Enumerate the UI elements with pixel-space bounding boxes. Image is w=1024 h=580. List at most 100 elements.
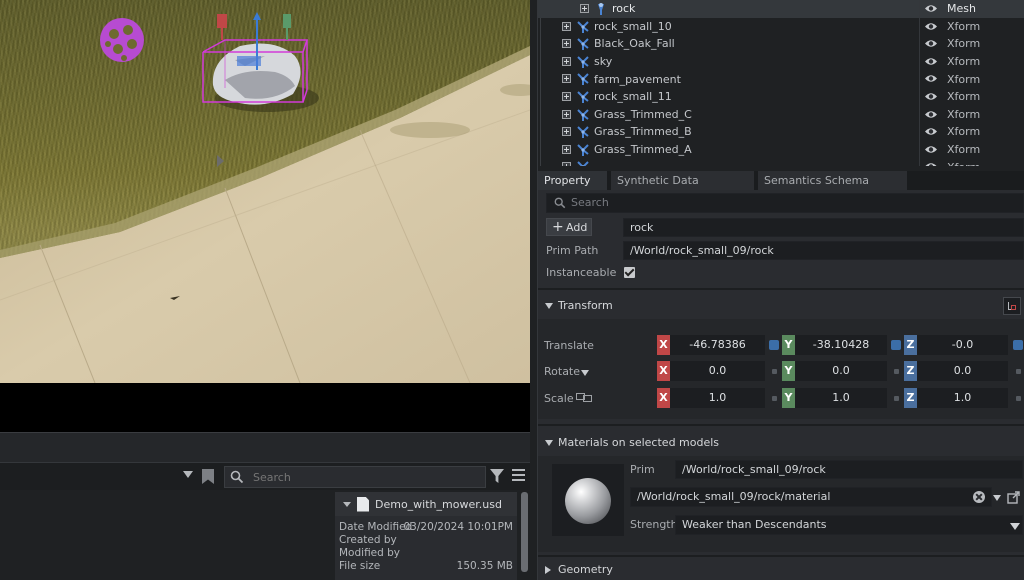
expand-icon[interactable]: [545, 566, 551, 574]
file-info-header[interactable]: Demo_with_mower.usd: [335, 492, 517, 516]
visibility-eye-icon[interactable]: [924, 91, 938, 102]
viewport[interactable]: [0, 0, 530, 383]
stage-row[interactable]: Grass_Trimmed_C Xform: [538, 105, 1024, 124]
rotate-x-key-icon[interactable]: [772, 369, 777, 374]
clear-material-icon[interactable]: [973, 491, 985, 503]
column-divider: [919, 0, 920, 18]
transform-header[interactable]: Transform: [538, 293, 1024, 319]
translate-y-field[interactable]: -38.10428: [795, 335, 887, 355]
visibility-eye-icon[interactable]: [924, 56, 938, 67]
tab-property[interactable]: Property: [538, 171, 608, 190]
xform-icon: [577, 56, 589, 68]
stage-row[interactable]: farm_pavement Xform: [538, 70, 1024, 88]
stage-row[interactable]: rock_small_11 Xform: [538, 88, 1024, 106]
prim-name-field[interactable]: rock: [623, 218, 1024, 237]
hamburger-menu-icon[interactable]: [512, 469, 525, 481]
content-search-input[interactable]: [253, 467, 478, 487]
translate-z-field[interactable]: -0.0: [917, 335, 1008, 355]
rotate-y-field[interactable]: 0.0: [795, 361, 887, 381]
stage-row[interactable]: Grass_Trimmed_A Xform: [538, 140, 1024, 159]
column-divider: [919, 105, 920, 124]
scale-y-key-icon[interactable]: [894, 396, 899, 401]
instanceable-checkbox[interactable]: [624, 267, 635, 278]
visibility-eye-icon[interactable]: [924, 126, 938, 137]
scale-z-field[interactable]: 1.0: [917, 388, 1008, 408]
content-scrollbar[interactable]: [521, 492, 528, 572]
scale-x-key-icon[interactable]: [772, 396, 777, 401]
document-icon: [357, 496, 369, 512]
expand-toggle-icon[interactable]: [580, 4, 589, 13]
mesh-icon: [598, 3, 604, 15]
visibility-eye-icon[interactable]: [924, 21, 938, 32]
expand-toggle-icon[interactable]: [562, 144, 571, 154]
visibility-eye-icon[interactable]: [924, 3, 938, 14]
link-scale-icon[interactable]: [576, 393, 593, 402]
geometry-header[interactable]: Geometry: [538, 558, 1024, 580]
expand-toggle-icon[interactable]: [562, 109, 571, 119]
collapse-icon[interactable]: [545, 303, 553, 309]
translate-y-key-icon[interactable]: [891, 340, 901, 350]
stage-row[interactable]: sky Xform: [538, 52, 1024, 71]
date-modified-row: Date Modified 03/20/2024 10:01PM: [335, 521, 517, 533]
expand-toggle-icon[interactable]: [562, 56, 571, 66]
content-search: [224, 466, 486, 488]
stage-row-name: farm_pavement: [594, 72, 681, 86]
material-thumbnail[interactable]: [552, 464, 624, 536]
expand-toggle-icon[interactable]: [562, 39, 571, 49]
collapse-icon[interactable]: [343, 501, 351, 507]
stage-row-name: Grass_Trimmed_B: [594, 125, 692, 139]
prim-path-field[interactable]: /World/rock_small_09/rock: [623, 241, 1024, 260]
visibility-eye-icon[interactable]: [924, 73, 938, 84]
expand-toggle-icon[interactable]: [562, 92, 571, 101]
column-divider: [919, 17, 920, 36]
expand-toggle-icon[interactable]: [562, 127, 571, 137]
stage-row[interactable]: Xform: [538, 158, 1024, 166]
filter-icon[interactable]: [490, 469, 504, 483]
material-prim-field[interactable]: /World/rock_small_09/rock: [675, 460, 1023, 479]
stage-row[interactable]: rock Mesh: [538, 0, 1024, 18]
property-search[interactable]: Search: [546, 193, 1024, 213]
translate-z-key-icon[interactable]: [1013, 340, 1023, 350]
xform-icon: [577, 20, 589, 33]
stage-row-type: Xform: [947, 90, 981, 104]
translate-x-field[interactable]: -46.78386: [670, 335, 765, 355]
column-divider: [919, 140, 920, 159]
visibility-eye-icon[interactable]: [924, 38, 938, 49]
materials-header[interactable]: Materials on selected models: [538, 430, 1024, 456]
collapse-icon[interactable]: [545, 440, 553, 446]
material-path-field[interactable]: /World/rock_small_09/rock/material: [630, 487, 992, 507]
stage-row[interactable]: rock_small_10 Xform: [538, 17, 1024, 36]
xform-icon: [577, 126, 589, 139]
expand-toggle-icon[interactable]: [562, 74, 571, 84]
tab-synthetic-data-recorder[interactable]: Synthetic Data Recorder: [611, 171, 755, 206]
transform-options-icon[interactable]: [1003, 297, 1021, 315]
bookmark-icon[interactable]: [202, 469, 214, 484]
expand-toggle-icon[interactable]: [562, 162, 571, 166]
rotate-z-key-icon[interactable]: [1016, 369, 1021, 374]
stage-row[interactable]: Grass_Trimmed_B Xform: [538, 123, 1024, 141]
rotate-y-key-icon[interactable]: [894, 369, 899, 374]
rotate-z-field[interactable]: 0.0: [917, 361, 1008, 381]
goto-material-icon[interactable]: [1007, 490, 1021, 504]
material-dropdown-icon[interactable]: [993, 495, 1001, 501]
visibility-eye-icon[interactable]: [924, 161, 938, 166]
scale-z-key-icon[interactable]: [1016, 396, 1021, 401]
cage-sphere-icon[interactable]: [98, 16, 148, 66]
scale-x-field[interactable]: 1.0: [670, 388, 765, 408]
expand-toggle-icon[interactable]: [562, 21, 571, 31]
rotate-order-dropdown-icon[interactable]: [581, 370, 589, 376]
visibility-eye-icon[interactable]: [924, 109, 938, 120]
visibility-eye-icon[interactable]: [924, 144, 938, 155]
add-button[interactable]: + Add: [546, 218, 592, 236]
xform-icon: [577, 161, 589, 166]
rotate-x-field[interactable]: 0.0: [670, 361, 765, 381]
panel-splitter[interactable]: [0, 432, 530, 462]
scale-y-field[interactable]: 1.0: [795, 388, 887, 408]
stage-row-name: rock_small_11: [594, 90, 672, 104]
strength-dropdown[interactable]: Weaker than Descendants: [675, 515, 1023, 535]
rock-gizmo[interactable]: [195, 10, 325, 120]
stage-row[interactable]: Black_Oak_Fall Xform: [538, 35, 1024, 53]
tab-semantics-schema-editor[interactable]: Semantics Schema Editor: [758, 171, 908, 206]
path-dropdown-icon[interactable]: [183, 471, 193, 478]
translate-x-key-icon[interactable]: [769, 340, 779, 350]
